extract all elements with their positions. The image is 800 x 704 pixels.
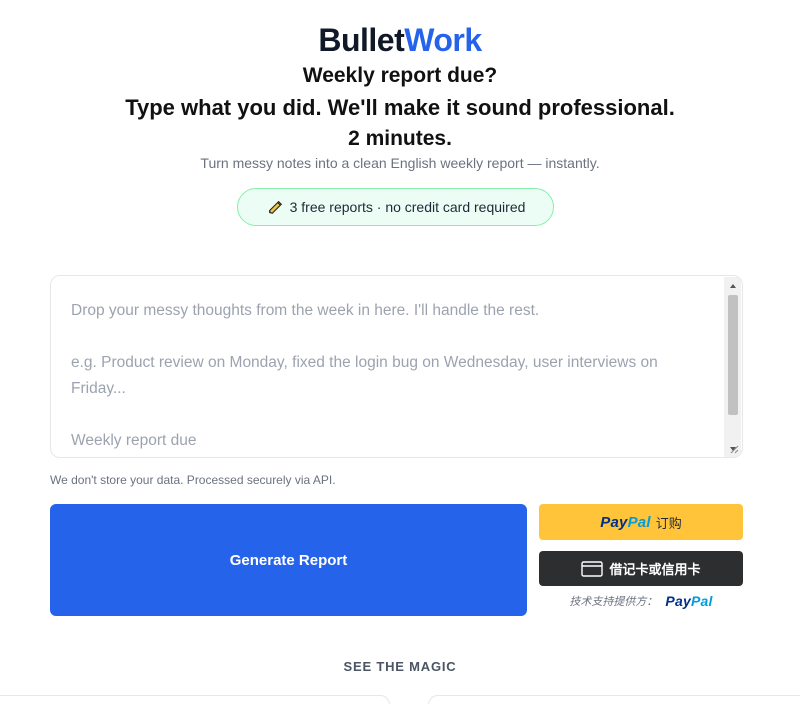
card-button-label: 借记卡或信用卡 bbox=[609, 562, 701, 577]
textarea-placeholder: Drop your messy thoughts from the week i… bbox=[71, 302, 658, 449]
resize-handle-icon[interactable] bbox=[729, 444, 739, 454]
debit-credit-card-button[interactable]: 借记卡或信用卡 bbox=[539, 551, 743, 586]
see-the-magic-heading: SEE THE MAGIC bbox=[343, 659, 457, 674]
powered-by-text: 技术支持提供方： bbox=[569, 596, 658, 608]
paypal-logo: PayPal bbox=[600, 513, 651, 531]
free-reports-badge: 3 free reports · no credit card required bbox=[237, 188, 554, 226]
paypal-subscribe-button[interactable]: PayPal 订购 bbox=[539, 504, 743, 540]
headline-line-3: 2 minutes. bbox=[348, 127, 452, 150]
subtitle: Turn messy notes into a clean English we… bbox=[200, 155, 600, 171]
example-card-before bbox=[0, 695, 390, 704]
example-card-after bbox=[428, 695, 800, 704]
logo-part-bullet: Bullet bbox=[318, 22, 405, 58]
badge-text: 3 free reports · no credit card required bbox=[289, 199, 526, 215]
textarea-scrollbar[interactable] bbox=[724, 277, 741, 457]
powered-by-paypal: 技术支持提供方： PayPal bbox=[539, 593, 743, 609]
logo: BulletWork bbox=[0, 22, 800, 59]
notes-textarea[interactable]: Drop your messy thoughts from the week i… bbox=[50, 275, 743, 458]
pencil-icon bbox=[268, 200, 282, 214]
generate-report-button[interactable]: Generate Report bbox=[50, 504, 527, 616]
logo-part-work: Work bbox=[404, 22, 482, 58]
credit-card-icon bbox=[581, 560, 604, 577]
headline-line-1: Weekly report due? bbox=[302, 64, 498, 87]
privacy-note: We don't store your data. Processed secu… bbox=[50, 473, 336, 487]
paypal-logo-small: PayPal bbox=[665, 593, 713, 609]
paypal-subscribe-label: 订购 bbox=[655, 515, 682, 531]
scroll-up-arrow-icon[interactable] bbox=[724, 277, 741, 294]
scrollbar-thumb[interactable] bbox=[728, 295, 738, 415]
headline-line-2: Type what you did. We'll make it sound p… bbox=[125, 95, 675, 120]
